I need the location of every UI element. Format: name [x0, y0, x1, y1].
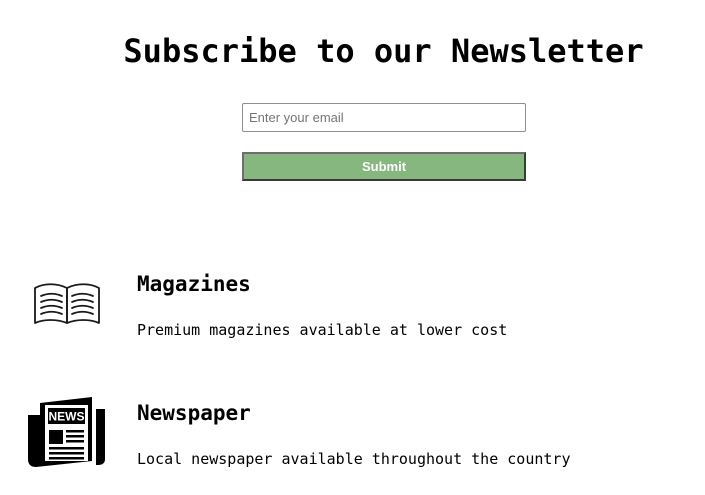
- feature-newspaper: NEWS Newspaper Local newspaper available…: [0, 395, 705, 480]
- feature-title: Newspaper: [137, 401, 251, 425]
- feature-magazines: Magazines Premium magazines available at…: [0, 270, 705, 350]
- feature-description: Premium magazines available at lower cos…: [137, 321, 508, 339]
- feature-title: Magazines: [137, 272, 251, 296]
- email-input[interactable]: [242, 103, 526, 132]
- page-title: Subscribe to our Newsletter: [123, 32, 644, 70]
- open-book-icon: [32, 282, 102, 331]
- submit-button[interactable]: Submit: [242, 152, 526, 181]
- newspaper-icon: NEWS: [26, 395, 108, 474]
- feature-description: Local newspaper available throughout the…: [137, 450, 571, 468]
- news-icon-text: NEWS: [49, 410, 85, 424]
